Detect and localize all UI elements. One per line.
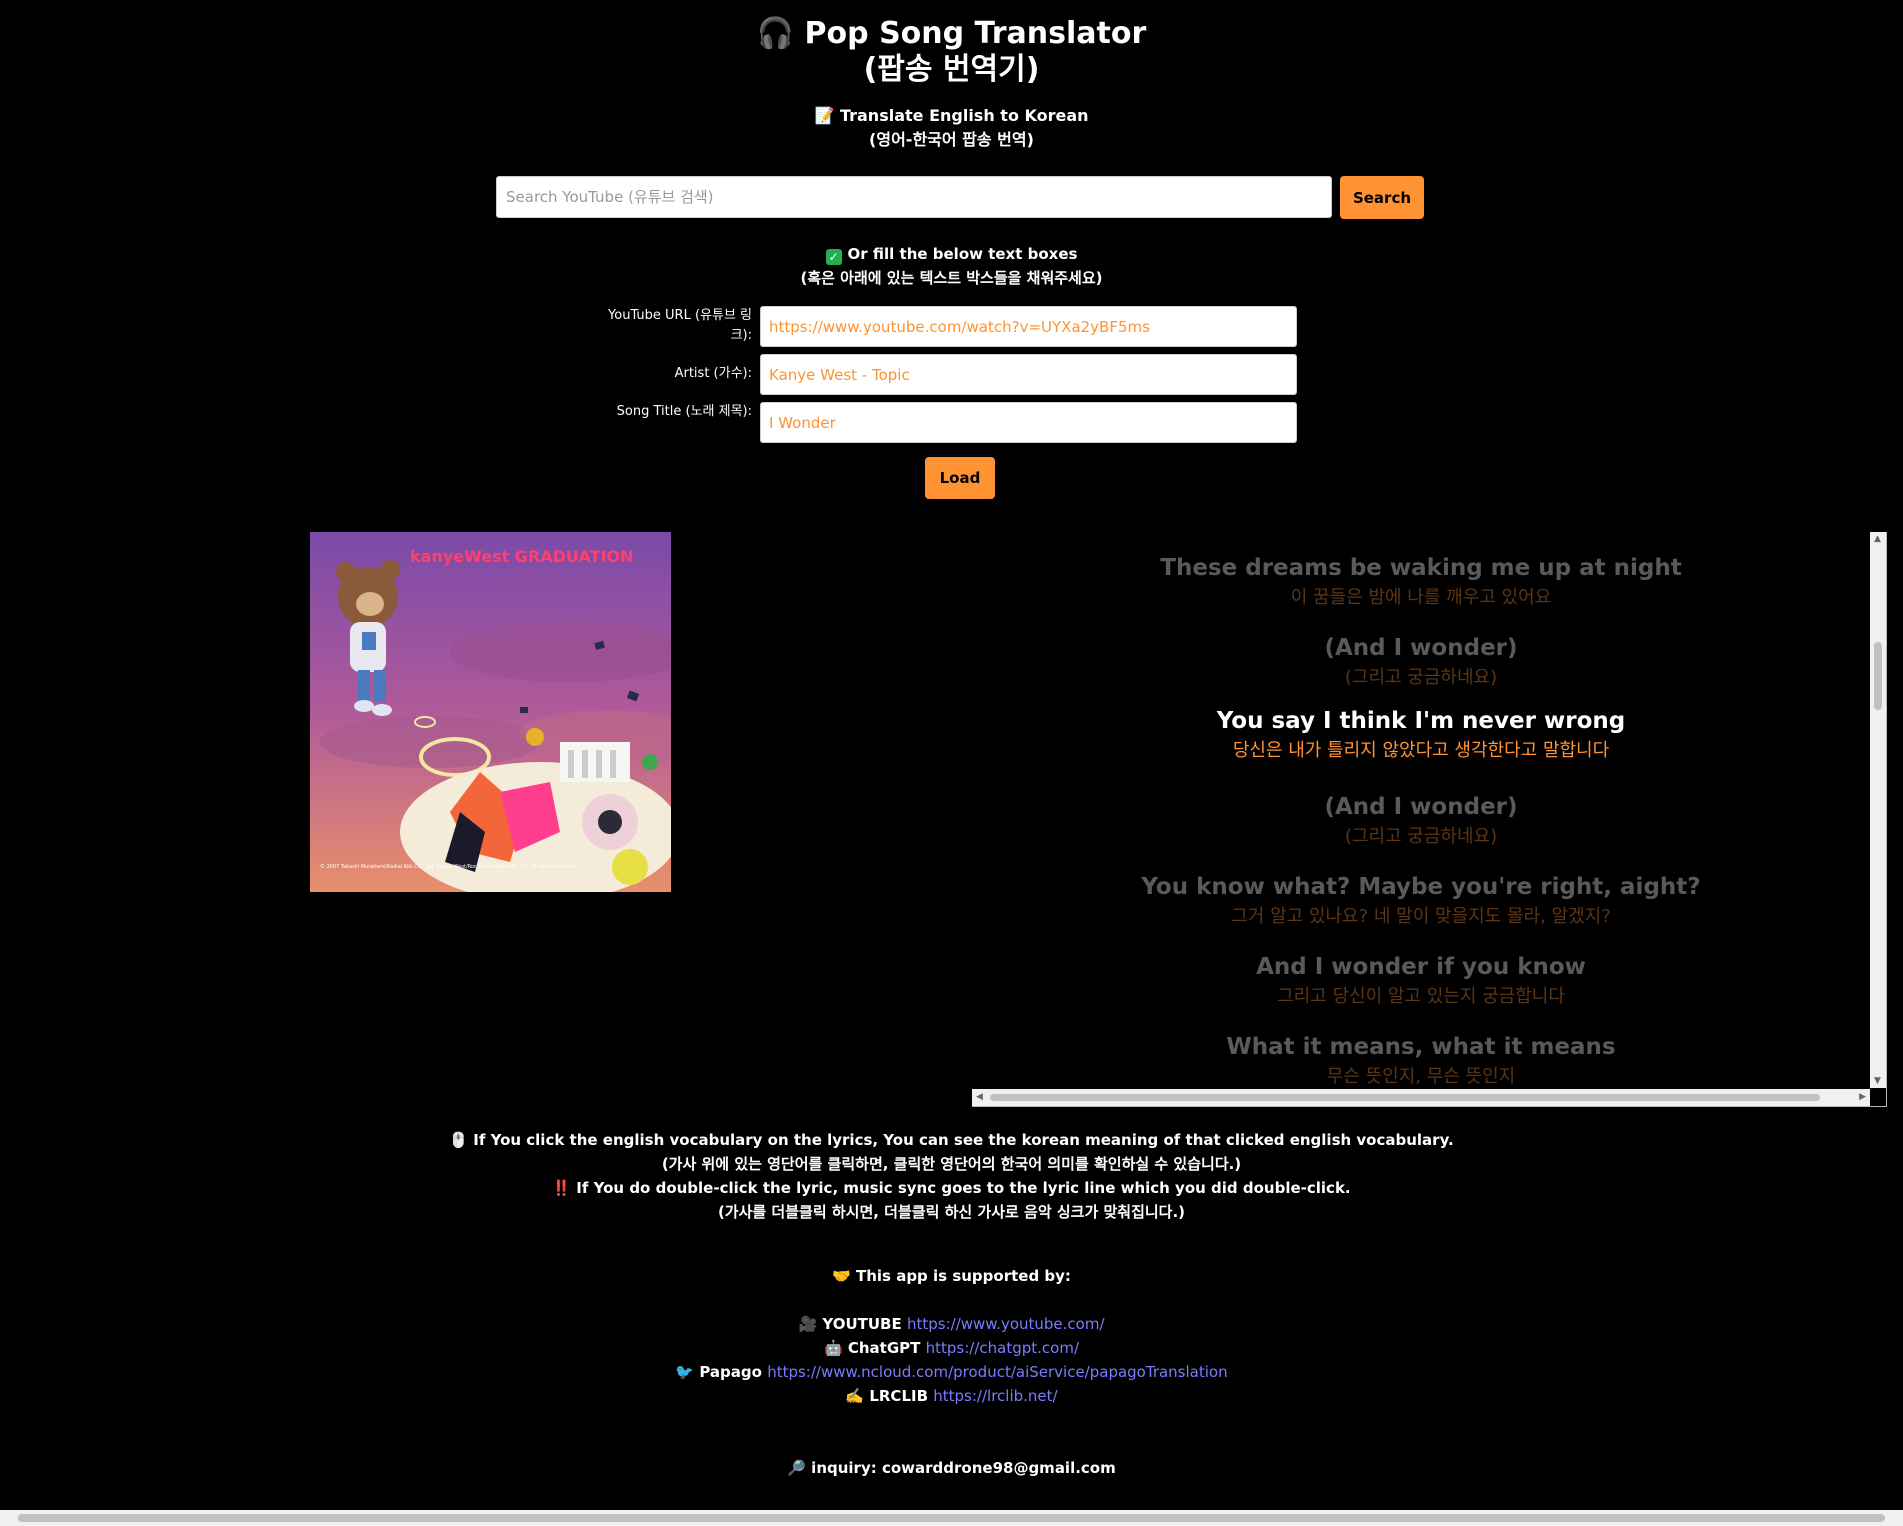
url-field[interactable] [760, 306, 1297, 347]
scroll-down-arrow-icon[interactable]: ▼ [1874, 1076, 1881, 1086]
lyric-english[interactable]: (And I wonder) [972, 791, 1870, 823]
checkmark-icon: ✓ [825, 249, 842, 265]
album-cover-text: kanyeWest GRADUATION [410, 547, 633, 566]
double-exclamation-icon: ‼️ [552, 1179, 572, 1197]
mouse-icon: 🖱️ [449, 1131, 469, 1149]
support-item-lrclib: ✍️ LRCLIB https://lrclib.net/ [0, 1384, 1903, 1408]
artist-field[interactable] [760, 354, 1297, 395]
robot-icon: 🤖 [823, 1339, 843, 1357]
lyric-english[interactable]: You say I think I'm never wrong [972, 705, 1870, 737]
support-heading: This app is supported by: [856, 1267, 1071, 1285]
lyric-korean: 그리고 당신이 알고 있는지 궁금합니다 [1277, 986, 1565, 1007]
lyrics-panel[interactable]: These dreams be waking me up at night 이 … [972, 532, 1887, 1107]
lyrics-horizontal-scrollbar[interactable]: ◀ ▶ [972, 1089, 1870, 1106]
handshake-icon: 🤝 [832, 1267, 851, 1285]
support-link[interactable]: https://www.ncloud.com/product/aiService… [767, 1363, 1227, 1381]
scroll-right-arrow-icon[interactable]: ▶ [1859, 1092, 1866, 1102]
help-line4: (가사를 더블클릭 하시면, 더블클릭 하신 가사로 음악 싱크가 맞춰집니다.… [717, 1203, 1186, 1221]
support-item-youtube: 🎥 YOUTUBE https://www.youtube.com/ [0, 1312, 1903, 1336]
lyrics-list: These dreams be waking me up at night 이 … [972, 532, 1870, 1088]
lyric-korean: (그리고 궁금하네요) [1344, 667, 1498, 688]
help-line3: If You do double-click the lyric, music … [576, 1179, 1351, 1197]
lyric-line-active[interactable]: You say I think I'm never wrong 당신은 내가 틀… [972, 705, 1870, 765]
lyric-english[interactable]: (And I wonder) [972, 632, 1870, 664]
support-name: LRCLIB [869, 1387, 929, 1405]
inquiry-email[interactable]: cowarddrone98@gmail.com [882, 1459, 1116, 1477]
title-line2: (팝송 번역기) [863, 52, 1040, 87]
song-title-row: Song Title (노래 제목): [600, 402, 1297, 444]
fill-note: ✓ Or fill the below text boxes (혹은 아래에 있는… [0, 242, 1903, 290]
load-button[interactable]: Load [925, 457, 995, 499]
lyric-line[interactable]: And I wonder if you know 그리고 당신이 알고 있는지 … [972, 951, 1870, 1011]
scroll-left-arrow-icon[interactable]: ◀ [976, 1092, 983, 1102]
camera-icon: 🎥 [798, 1315, 818, 1333]
song-title-field[interactable] [760, 402, 1297, 443]
lyric-english[interactable]: These dreams be waking me up at night [972, 552, 1870, 584]
lyric-korean: (그리고 궁금하네요) [1344, 826, 1498, 847]
lyric-english[interactable]: What it means, what it means [972, 1031, 1870, 1063]
fill-note-line1: Or fill the below text boxes [847, 245, 1078, 263]
fill-note-line2: (혹은 아래에 있는 텍스트 박스들을 채워주세요) [800, 269, 1103, 287]
artist-label: Artist (가수): [674, 366, 752, 381]
album-cover: kanyeWest GRADUATION © 2007 Takashi Mura… [310, 532, 671, 892]
writing-hand-icon: ✍️ [845, 1387, 865, 1405]
lyric-line[interactable]: (And I wonder) (그리고 궁금하네요) [972, 632, 1870, 692]
search-input[interactable] [496, 176, 1332, 218]
lyric-english[interactable]: And I wonder if you know [972, 951, 1870, 983]
lyrics-horizontal-scroll-thumb[interactable] [990, 1094, 1820, 1101]
lyric-line[interactable]: (And I wonder) (그리고 궁금하네요) [972, 791, 1870, 851]
support-link[interactable]: https://chatgpt.com/ [926, 1339, 1079, 1357]
support-section: 🤝 This app is supported by: 🎥 YOUTUBE ht… [0, 1264, 1903, 1408]
lyric-korean: 그거 알고 있나요? 네 말이 맞을지도 몰라, 알겠지? [1231, 906, 1611, 927]
support-link[interactable]: https://www.youtube.com/ [907, 1315, 1105, 1333]
support-name: Papago [699, 1363, 762, 1381]
artist-row: Artist (가수): [600, 354, 1297, 396]
help-line1: If You click the english vocabulary on t… [473, 1131, 1454, 1149]
lyric-english[interactable]: You know what? Maybe you're right, aight… [972, 871, 1870, 903]
magnifier-icon: 🔎 [787, 1459, 806, 1477]
lyric-line[interactable]: You know what? Maybe you're right, aight… [972, 871, 1870, 931]
app-subtitle: 📝 Translate English to Korean (영어-한국어 팝송… [0, 104, 1903, 152]
help-line2: (가사 위에 있는 영단어를 클릭하면, 클릭한 영단어의 한국어 의미를 확인… [661, 1155, 1242, 1173]
lyric-line[interactable]: These dreams be waking me up at night 이 … [972, 552, 1870, 612]
title-line1: Pop Song Translator [804, 16, 1147, 51]
memo-icon: 📝 [814, 106, 835, 125]
subtitle-line1: Translate English to Korean [839, 106, 1089, 125]
url-label: YouTube URL (유튜브 링크): [608, 308, 752, 343]
lyric-korean: 무슨 뜻인지, 무슨 뜻인지 [1326, 1066, 1516, 1087]
inquiry-label: inquiry: [811, 1459, 877, 1477]
lyric-line[interactable]: What it means, what it means 무슨 뜻인지, 무슨 … [972, 1031, 1870, 1088]
support-item-papago: 🐦 Papago https://www.ncloud.com/product/… [0, 1360, 1903, 1384]
lyrics-vertical-scrollbar[interactable]: ▲ ▼ [1870, 532, 1886, 1088]
support-link[interactable]: https://lrclib.net/ [933, 1387, 1057, 1405]
url-row: YouTube URL (유튜브 링크): [600, 306, 1297, 348]
subtitle-line2: (영어-한국어 팝송 번역) [869, 130, 1034, 149]
app-title: 🎧 Pop Song Translator (팝송 번역기) [0, 16, 1903, 88]
search-bar: Search [496, 176, 1424, 219]
support-item-chatgpt: 🤖 ChatGPT https://chatgpt.com/ [0, 1336, 1903, 1360]
page-horizontal-scroll-thumb[interactable] [18, 1514, 1885, 1522]
song-title-label: Song Title (노래 제목): [616, 404, 752, 419]
lyric-korean: 이 꿈들은 밤에 나를 깨우고 있어요 [1290, 587, 1552, 608]
usage-help: 🖱️ If You click the english vocabulary o… [0, 1128, 1903, 1224]
support-name: ChatGPT [847, 1339, 921, 1357]
page-horizontal-scrollbar[interactable] [0, 1510, 1903, 1526]
lyrics-vertical-scroll-thumb[interactable] [1874, 642, 1882, 710]
inquiry: 🔎 inquiry: cowarddrone98@gmail.com [0, 1456, 1903, 1480]
headphones-icon: 🎧 [756, 16, 795, 51]
support-name: YOUTUBE [822, 1315, 902, 1333]
album-copyright: © 2007 Takashi Murakami/Kaikai Kiki Co.,… [320, 863, 578, 870]
scroll-up-arrow-icon[interactable]: ▲ [1874, 534, 1881, 544]
bird-icon: 🐦 [675, 1363, 695, 1381]
search-button[interactable]: Search [1340, 176, 1424, 219]
lyric-korean: 당신은 내가 틀리지 않았다고 생각한다고 말합니다 [1232, 740, 1610, 761]
